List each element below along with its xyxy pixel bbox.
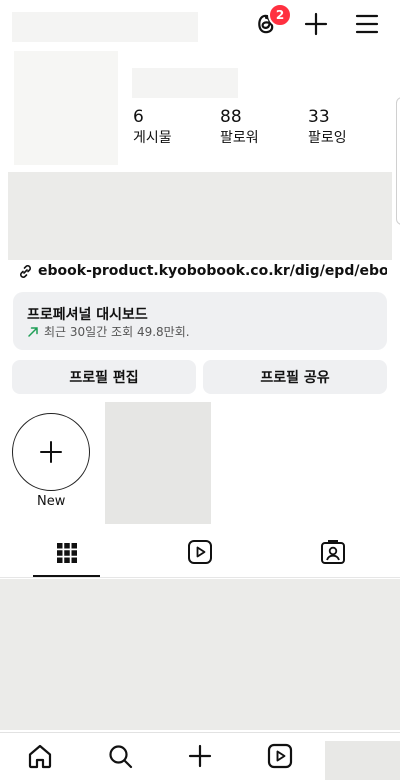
bio-placeholder bbox=[8, 172, 392, 260]
tagged-icon bbox=[321, 540, 345, 564]
dashboard-subtitle-row: 최근 30일간 조회 49.8만회. bbox=[27, 323, 190, 340]
tab-posts-grid[interactable] bbox=[33, 536, 100, 570]
followers-count[interactable]: 88 bbox=[220, 107, 242, 127]
tab-tagged[interactable] bbox=[319, 538, 347, 566]
link-icon bbox=[17, 263, 34, 280]
tab-reels[interactable] bbox=[186, 538, 214, 566]
username-placeholder[interactable] bbox=[12, 12, 198, 42]
notification-badge: 2 bbox=[268, 3, 292, 27]
new-highlight-button[interactable] bbox=[12, 413, 90, 491]
following-label[interactable]: 팔로잉 bbox=[308, 127, 347, 147]
followers-label[interactable]: 팔로워 bbox=[220, 127, 259, 147]
posts-label[interactable]: 게시물 bbox=[133, 127, 172, 147]
link-text[interactable]: ebook-product.kyobobook.co.kr/dig/epd/eb… bbox=[38, 263, 387, 279]
edit-profile-button[interactable]: 프로필 편집 bbox=[12, 360, 196, 394]
edge-panel-handle[interactable] bbox=[396, 97, 400, 225]
trend-up-icon bbox=[27, 326, 39, 338]
profile-link[interactable]: ebook-product.kyobobook.co.kr/dig/epd/eb… bbox=[17, 261, 387, 281]
search-icon[interactable] bbox=[106, 742, 134, 770]
posts-grid-area[interactable] bbox=[0, 579, 400, 730]
new-highlight-label: New bbox=[37, 494, 66, 509]
menu-icon[interactable] bbox=[354, 11, 380, 37]
display-name-placeholder bbox=[132, 68, 238, 98]
tabs-divider bbox=[0, 577, 400, 578]
avatar[interactable] bbox=[14, 51, 118, 165]
plus-icon bbox=[39, 440, 63, 464]
create-icon[interactable] bbox=[186, 742, 214, 770]
grid-icon bbox=[56, 542, 78, 564]
dashboard-subtitle: 최근 30일간 조회 49.8만회. bbox=[44, 325, 190, 339]
posts-count[interactable]: 6 bbox=[133, 107, 144, 127]
reels-icon[interactable] bbox=[266, 742, 294, 770]
highlight-thumbnail[interactable] bbox=[105, 402, 211, 524]
reels-icon bbox=[188, 540, 212, 564]
dashboard-title: 프로페셔널 대시보드 bbox=[27, 307, 148, 323]
home-icon[interactable] bbox=[26, 742, 54, 770]
create-icon[interactable] bbox=[303, 11, 329, 37]
share-profile-button[interactable]: 프로필 공유 bbox=[203, 360, 387, 394]
profile-icon[interactable] bbox=[325, 741, 400, 780]
following-count[interactable]: 33 bbox=[308, 107, 330, 127]
